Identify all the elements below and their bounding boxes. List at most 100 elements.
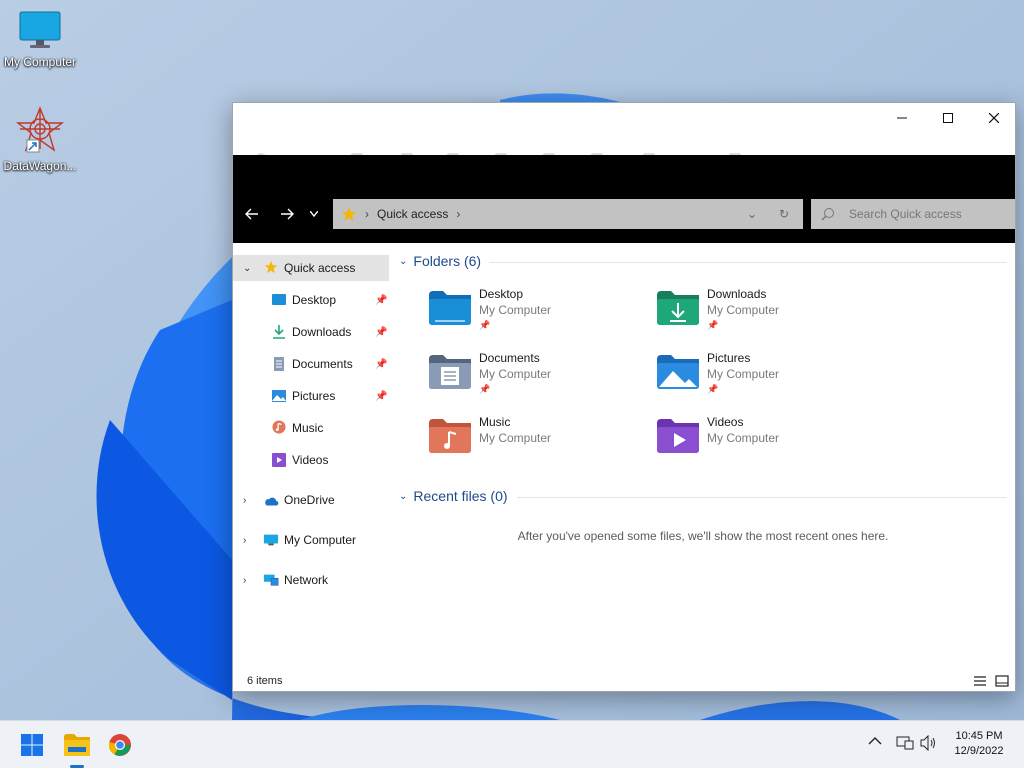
folder-tile-desktop[interactable]: Desktop My Computer 📌 <box>429 287 649 343</box>
sidebar-item-label: Network <box>284 573 329 587</box>
taskbar-file-explorer[interactable] <box>61 729 93 761</box>
chevron-right-icon[interactable]: › <box>243 535 246 546</box>
downloads-icon <box>273 325 285 339</box>
refresh-icon[interactable]: ↻ <box>779 207 789 221</box>
sidebar-item-videos[interactable]: Videos <box>233 447 389 473</box>
sidebar-item-label: Pictures <box>292 389 336 403</box>
folders-section-header[interactable]: ⌄ Folders (6) <box>399 253 481 269</box>
address-dropdown-icon[interactable]: ⌄ <box>747 207 757 221</box>
sidebar-item-documents[interactable]: Documents 📌 <box>233 351 389 377</box>
minimize-button[interactable] <box>879 103 925 133</box>
folder-tile-downloads[interactable]: Downloads My Computer 📌 <box>657 287 877 343</box>
sidebar-item-desktop[interactable]: Desktop 📌 <box>233 287 389 313</box>
onedrive-icon <box>265 497 279 506</box>
content-pane: ⌄ Folders (6) Desktop My Computer 📌 Down… <box>393 243 1013 663</box>
file-explorer-window: › Quick access › ⌄ ↻ Search Quick access… <box>232 102 1016 692</box>
music-folder-icon <box>429 419 471 453</box>
documents-folder-icon <box>429 355 471 389</box>
volume-tray-button[interactable] <box>920 734 938 754</box>
chevron-down-icon: ⌄ <box>399 255 408 267</box>
section-title: Folders (6) <box>413 253 482 269</box>
speaker-icon <box>920 734 935 752</box>
sidebar-item-label: Videos <box>292 453 329 467</box>
title-bar[interactable] <box>233 103 1015 133</box>
folder-name: Music <box>479 415 511 429</box>
section-title: Recent files (0) <box>413 488 508 504</box>
sidebar-item-label: Quick access <box>284 261 356 275</box>
network-icon <box>263 574 279 586</box>
chevron-down-icon[interactable]: ⌄ <box>243 263 251 274</box>
chevron-right-icon[interactable]: › <box>243 575 246 586</box>
pin-icon: 📌 <box>375 326 388 338</box>
sidebar-item-network[interactable]: › Network <box>233 567 389 593</box>
minimize-icon <box>897 117 907 119</box>
computer-icon <box>263 534 279 546</box>
details-view-icon[interactable] <box>973 675 987 687</box>
chevron-up-icon <box>868 737 882 745</box>
clock-time: 10:45 PM <box>955 730 1003 742</box>
file-explorer-icon <box>64 734 90 756</box>
network-status-icon <box>896 736 914 750</box>
breadcrumb-separator-icon: › <box>365 207 369 221</box>
folder-location: My Computer <box>479 303 552 317</box>
monitor-icon <box>19 11 61 48</box>
star-icon <box>264 260 278 274</box>
folder-tile-documents[interactable]: Documents My Computer 📌 <box>429 351 649 407</box>
close-icon <box>989 113 999 123</box>
system-clock[interactable]: 10:45 PM 12/9/2022 <box>944 729 1014 759</box>
sidebar-item-label: My Computer <box>284 533 357 547</box>
documents-icon <box>274 357 284 371</box>
sidebar-item-onedrive[interactable]: › OneDrive <box>233 487 389 513</box>
pictures-icon <box>272 390 286 402</box>
taskbar-chrome[interactable] <box>104 729 136 761</box>
downloads-folder-icon <box>657 291 699 325</box>
forward-button[interactable] <box>273 203 301 225</box>
chevron-right-icon[interactable]: › <box>243 495 246 506</box>
item-count: 6 items <box>247 675 283 687</box>
arrow-right-icon <box>281 208 294 220</box>
sidebar-item-my-computer[interactable]: › My Computer <box>233 527 389 553</box>
sidebar-item-label: OneDrive <box>284 493 335 507</box>
close-button[interactable] <box>971 103 1017 133</box>
folder-location: My Computer <box>707 431 780 445</box>
start-button[interactable] <box>16 729 48 761</box>
recent-files-section-header[interactable]: ⌄ Recent files (0) <box>399 488 508 504</box>
datawagon-shortcut-icon <box>15 106 65 153</box>
show-hidden-icons-button[interactable] <box>868 735 882 749</box>
sidebar-item-label: Documents <box>292 357 353 371</box>
desktop-icon-label: My Computer <box>3 55 77 69</box>
back-button[interactable] <box>238 203 266 225</box>
search-input[interactable]: Search Quick access <box>811 199 1015 229</box>
recent-locations-button[interactable] <box>305 203 323 225</box>
folder-tile-videos[interactable]: Videos My Computer <box>657 415 877 471</box>
videos-icon <box>272 453 286 467</box>
folder-tile-pictures[interactable]: Pictures My Computer 📌 <box>657 351 877 407</box>
status-bar: 6 items <box>233 671 1015 691</box>
desktop-icon-datawagon[interactable]: DataWagon... <box>0 106 80 173</box>
maximize-button[interactable] <box>925 103 971 133</box>
folder-tile-music[interactable]: Music My Computer <box>429 415 649 471</box>
breadcrumb-quick-access[interactable]: Quick access <box>377 207 448 221</box>
pin-icon: 📌 <box>479 384 491 394</box>
network-tray-button[interactable] <box>896 735 914 754</box>
sidebar-item-label: Downloads <box>292 325 352 339</box>
pin-icon: 📌 <box>707 384 719 394</box>
folder-location: My Computer <box>479 431 552 445</box>
sidebar-item-music[interactable]: Music <box>233 415 389 441</box>
music-icon <box>272 420 286 434</box>
chevron-down-icon: ⌄ <box>399 490 408 502</box>
breadcrumb-separator-icon: › <box>456 207 461 221</box>
folder-name: Documents <box>479 351 540 365</box>
sidebar-item-quick-access[interactable]: ⌄ Quick access <box>233 255 389 281</box>
pin-icon: 📌 <box>375 390 388 402</box>
address-bar[interactable]: › Quick access › ⌄ ↻ <box>333 199 803 229</box>
chevron-down-icon <box>310 211 318 217</box>
large-icons-view-icon[interactable] <box>995 675 1009 687</box>
pin-icon: 📌 <box>479 320 491 330</box>
folder-name: Videos <box>707 415 744 429</box>
pictures-folder-icon <box>657 355 699 389</box>
desktop-icon-my-computer[interactable]: My Computer <box>0 10 80 69</box>
sidebar-item-pictures[interactable]: Pictures 📌 <box>233 383 389 409</box>
desktop-folder-icon <box>272 294 286 305</box>
sidebar-item-downloads[interactable]: Downloads 📌 <box>233 319 389 345</box>
